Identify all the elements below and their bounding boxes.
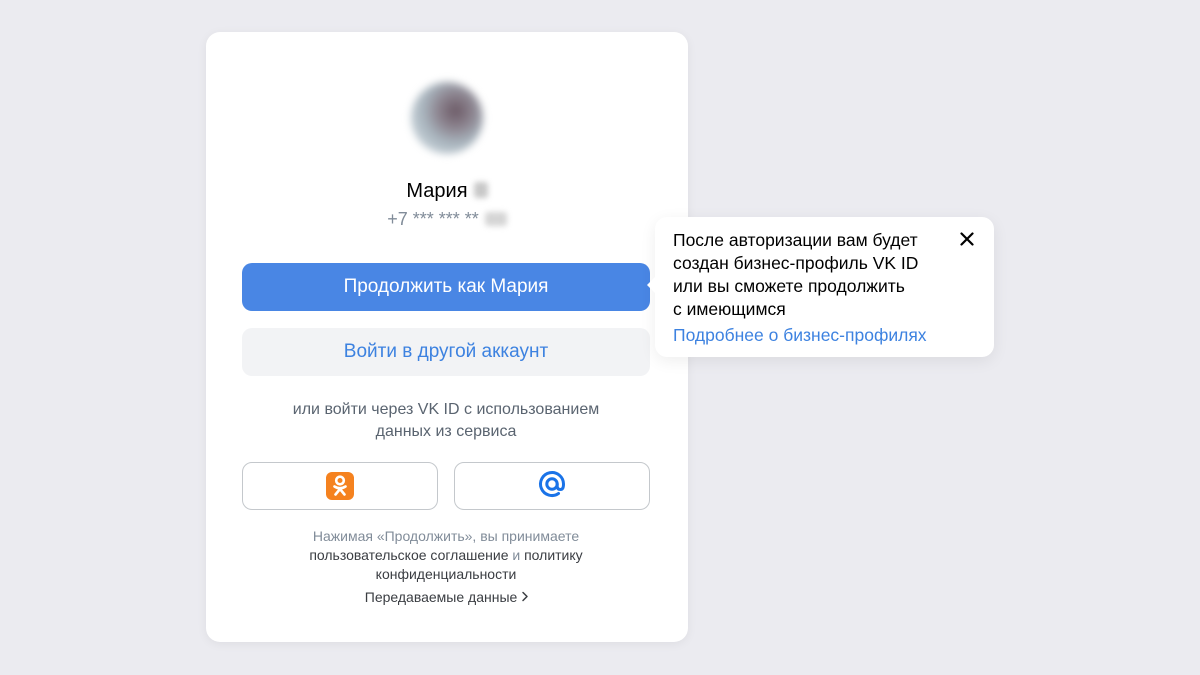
user-name: Мария <box>206 180 688 203</box>
other-account-button[interactable]: Войти в другой аккаунт <box>242 328 650 376</box>
blurred-phone-digits <box>484 212 507 226</box>
chevron-right-icon <box>521 589 529 605</box>
avatar <box>411 82 483 154</box>
transferred-data-link[interactable]: Передаваемые данные <box>206 589 688 605</box>
alt-login-text: или войти через VK ID с использованием д… <box>292 401 600 440</box>
privacy-policy-link[interactable]: политику <box>524 547 583 563</box>
privacy-policy-link-cont[interactable]: конфиденциальности <box>246 565 646 584</box>
tooltip-text: После авторизации вам будет создан бизне… <box>673 230 919 319</box>
user-phone: +7 *** *** ** <box>206 209 688 230</box>
ok-icon <box>326 472 354 500</box>
terms-text: Нажимая «Продолжить», вы принимаете поль… <box>246 527 646 584</box>
user-agreement-link[interactable]: пользовательское соглашение <box>309 547 508 563</box>
at-icon <box>537 469 567 504</box>
tooltip-arrow <box>647 277 655 293</box>
close-icon[interactable] <box>957 229 977 249</box>
odnoklassniki-button[interactable] <box>242 462 438 510</box>
business-profiles-link[interactable]: Подробнее о бизнес-профилях <box>673 325 927 346</box>
continue-button[interactable]: Продолжить как Мария <box>242 263 650 311</box>
auth-card: Мария +7 *** *** ** Продолжить как Мария… <box>206 32 688 642</box>
mail-button[interactable] <box>454 462 650 510</box>
blurred-surname <box>473 182 488 198</box>
business-profile-tooltip: После авторизации вам будет создан бизне… <box>647 217 994 357</box>
